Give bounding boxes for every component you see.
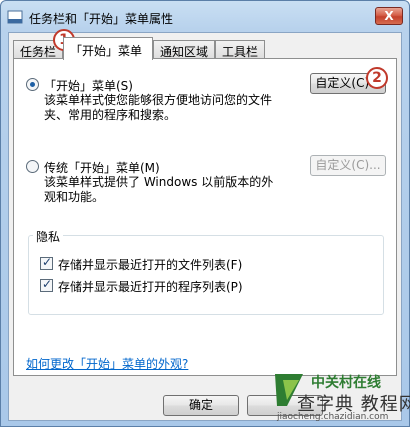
recent-programs-checkbox[interactable] [40, 277, 53, 292]
close-icon: X [384, 9, 394, 23]
privacy-group-label: 隐私 [33, 228, 64, 245]
classic-menu-radio[interactable] [26, 160, 39, 173]
tab-start-menu[interactable]: 「开始」菜单 [63, 37, 153, 60]
dialog-client: 任务栏 「开始」菜单 通知区域 工具栏 「开始」菜单(S) 该菜单样式使您能够很… [8, 32, 402, 421]
start-menu-option-title[interactable]: 「开始」菜单(S) [44, 77, 133, 94]
close-button[interactable]: X [375, 7, 403, 25]
classic-menu-option-title[interactable]: 传统「开始」菜单(M) [44, 159, 160, 176]
start-menu-option-description: 该菜单样式使您能够很方便地访问您的文件夹、常用的程序和搜索。 [44, 93, 273, 122]
recent-files-checkbox[interactable] [40, 255, 53, 270]
recent-files-label[interactable]: 存储并显示最近打开的文件列表(F) [58, 256, 242, 273]
tab-toolbars[interactable]: 工具栏 [215, 40, 266, 59]
properties-window: 任务栏和「开始」菜单属性 X 任务栏 「开始」菜单 通知区域 工具栏 「开始」菜… [0, 0, 410, 427]
start-menu-panel: 「开始」菜单(S) 该菜单样式使您能够很方便地访问您的文件夹、常用的程序和搜索。… [13, 58, 397, 376]
window-title: 任务栏和「开始」菜单属性 [29, 12, 174, 26]
ok-button[interactable]: 确定 [163, 395, 239, 416]
annotation-badge-2: 2 [366, 67, 388, 89]
start-menu-radio[interactable] [26, 78, 39, 91]
customize-classic-menu-button: 自定义(C)... [310, 155, 386, 176]
watermark-brand: 中关村在线 [311, 375, 381, 391]
taskbar-icon [7, 10, 23, 24]
privacy-group [28, 235, 384, 315]
recent-programs-label[interactable]: 存储并显示最近打开的程序列表(P) [58, 278, 243, 295]
help-link[interactable]: 如何更改「开始」菜单的外观? [26, 355, 188, 372]
watermark: 中关村在线 查字典 教程网 jiaocheng.chazidian.com [269, 366, 410, 426]
tab-notification-area[interactable]: 通知区域 [153, 40, 216, 59]
classic-menu-option-description: 该菜单样式提供了 Windows 以前版本的外观和功能。 [44, 175, 274, 204]
watermark-url: jiaocheng.chazidian.com [277, 412, 389, 422]
